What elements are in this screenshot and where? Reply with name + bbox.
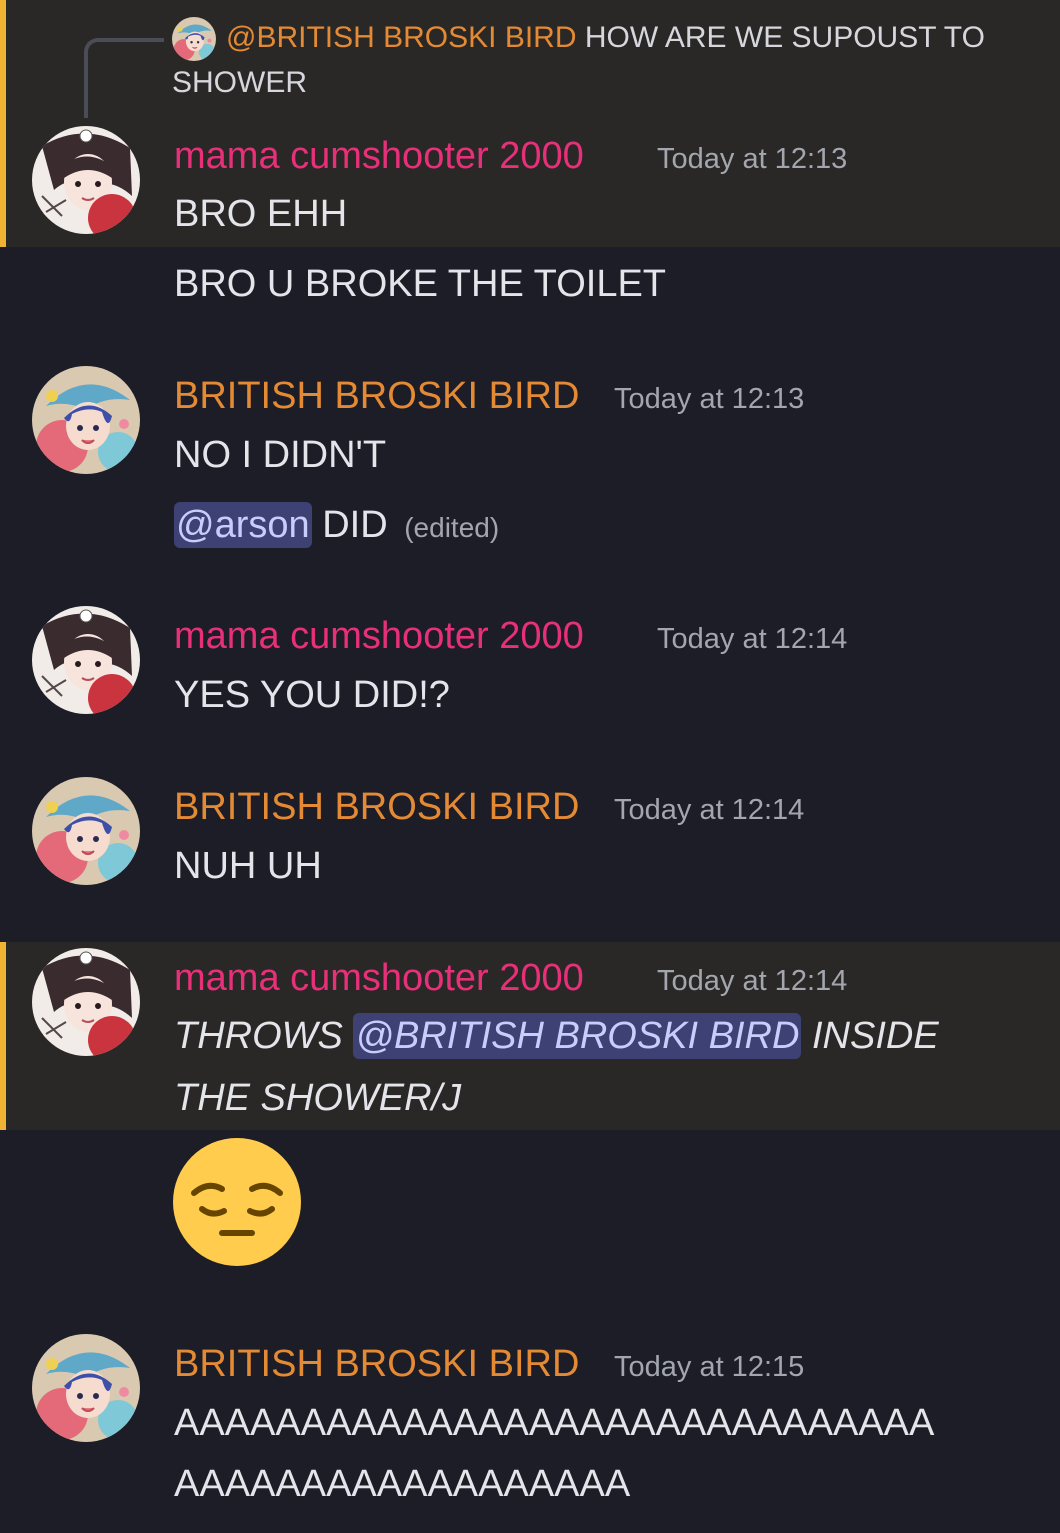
chat-log: @BRITISH BROSKI BIRD HOW ARE WE SUPOUST … bbox=[0, 0, 1060, 1533]
message-text-pre: THROWS bbox=[174, 1015, 343, 1057]
avatar-bird[interactable] bbox=[32, 777, 140, 885]
timestamp: Today at 12:13 bbox=[657, 143, 848, 175]
avatar-bird[interactable] bbox=[32, 1334, 140, 1442]
reply-mention[interactable]: @BRITISH BROSKI BIRD bbox=[226, 21, 577, 54]
message-text: AAAAAAAAAAAAAAAAAA bbox=[174, 1463, 631, 1505]
message-text: @arson DID (edited) bbox=[174, 502, 500, 550]
reply-preview[interactable]: @BRITISH BROSKI BIRD HOW ARE WE SUPOUST … bbox=[226, 16, 985, 60]
reply-avatar[interactable] bbox=[172, 17, 216, 61]
pensive-face-emoji[interactable] bbox=[172, 1137, 302, 1267]
author-name[interactable]: mama cumshooter 2000 bbox=[174, 956, 584, 1000]
avatar-mama[interactable] bbox=[32, 606, 140, 714]
message-text: YES YOU DID!? bbox=[174, 674, 450, 716]
user-mention[interactable]: @BRITISH BROSKI BIRD bbox=[353, 1013, 802, 1059]
edited-label: (edited) bbox=[404, 512, 500, 543]
reply-text-line1: HOW ARE WE SUPOUST TO bbox=[584, 21, 985, 54]
avatar-bird[interactable] bbox=[32, 366, 140, 474]
timestamp: Today at 12:13 bbox=[614, 383, 805, 415]
user-mention[interactable]: @arson bbox=[174, 502, 312, 548]
timestamp: Today at 12:14 bbox=[657, 623, 848, 655]
reply-connector bbox=[84, 38, 164, 118]
author-name[interactable]: BRITISH BROSKI BIRD bbox=[174, 785, 579, 829]
message-text: NO I DIDN'T bbox=[174, 434, 387, 476]
reply-text-line2: SHOWER bbox=[172, 66, 307, 99]
message-text: AAAAAAAAAAAAAAAAAAAAAAAAAAAAAA bbox=[174, 1402, 935, 1444]
message-text-rest: DID bbox=[322, 504, 388, 546]
avatar-mama[interactable] bbox=[32, 948, 140, 1056]
message-text: NUH UH bbox=[174, 845, 322, 887]
timestamp: Today at 12:15 bbox=[614, 1351, 805, 1383]
message-text: THE SHOWER/J bbox=[174, 1077, 462, 1119]
message-text: THROWS @BRITISH BROSKI BIRD INSIDE bbox=[174, 1013, 939, 1059]
timestamp: Today at 12:14 bbox=[657, 965, 848, 997]
avatar-mama[interactable] bbox=[32, 126, 140, 234]
message-text: BRO U BROKE THE TOILET bbox=[174, 263, 667, 305]
author-name[interactable]: BRITISH BROSKI BIRD bbox=[174, 374, 579, 418]
timestamp: Today at 12:14 bbox=[614, 794, 805, 826]
author-name[interactable]: mama cumshooter 2000 bbox=[174, 614, 584, 658]
message-text: BRO EHH bbox=[174, 193, 348, 235]
message-text-post: INSIDE bbox=[811, 1015, 939, 1057]
author-name[interactable]: mama cumshooter 2000 bbox=[174, 134, 584, 178]
author-name[interactable]: BRITISH BROSKI BIRD bbox=[174, 1342, 579, 1386]
